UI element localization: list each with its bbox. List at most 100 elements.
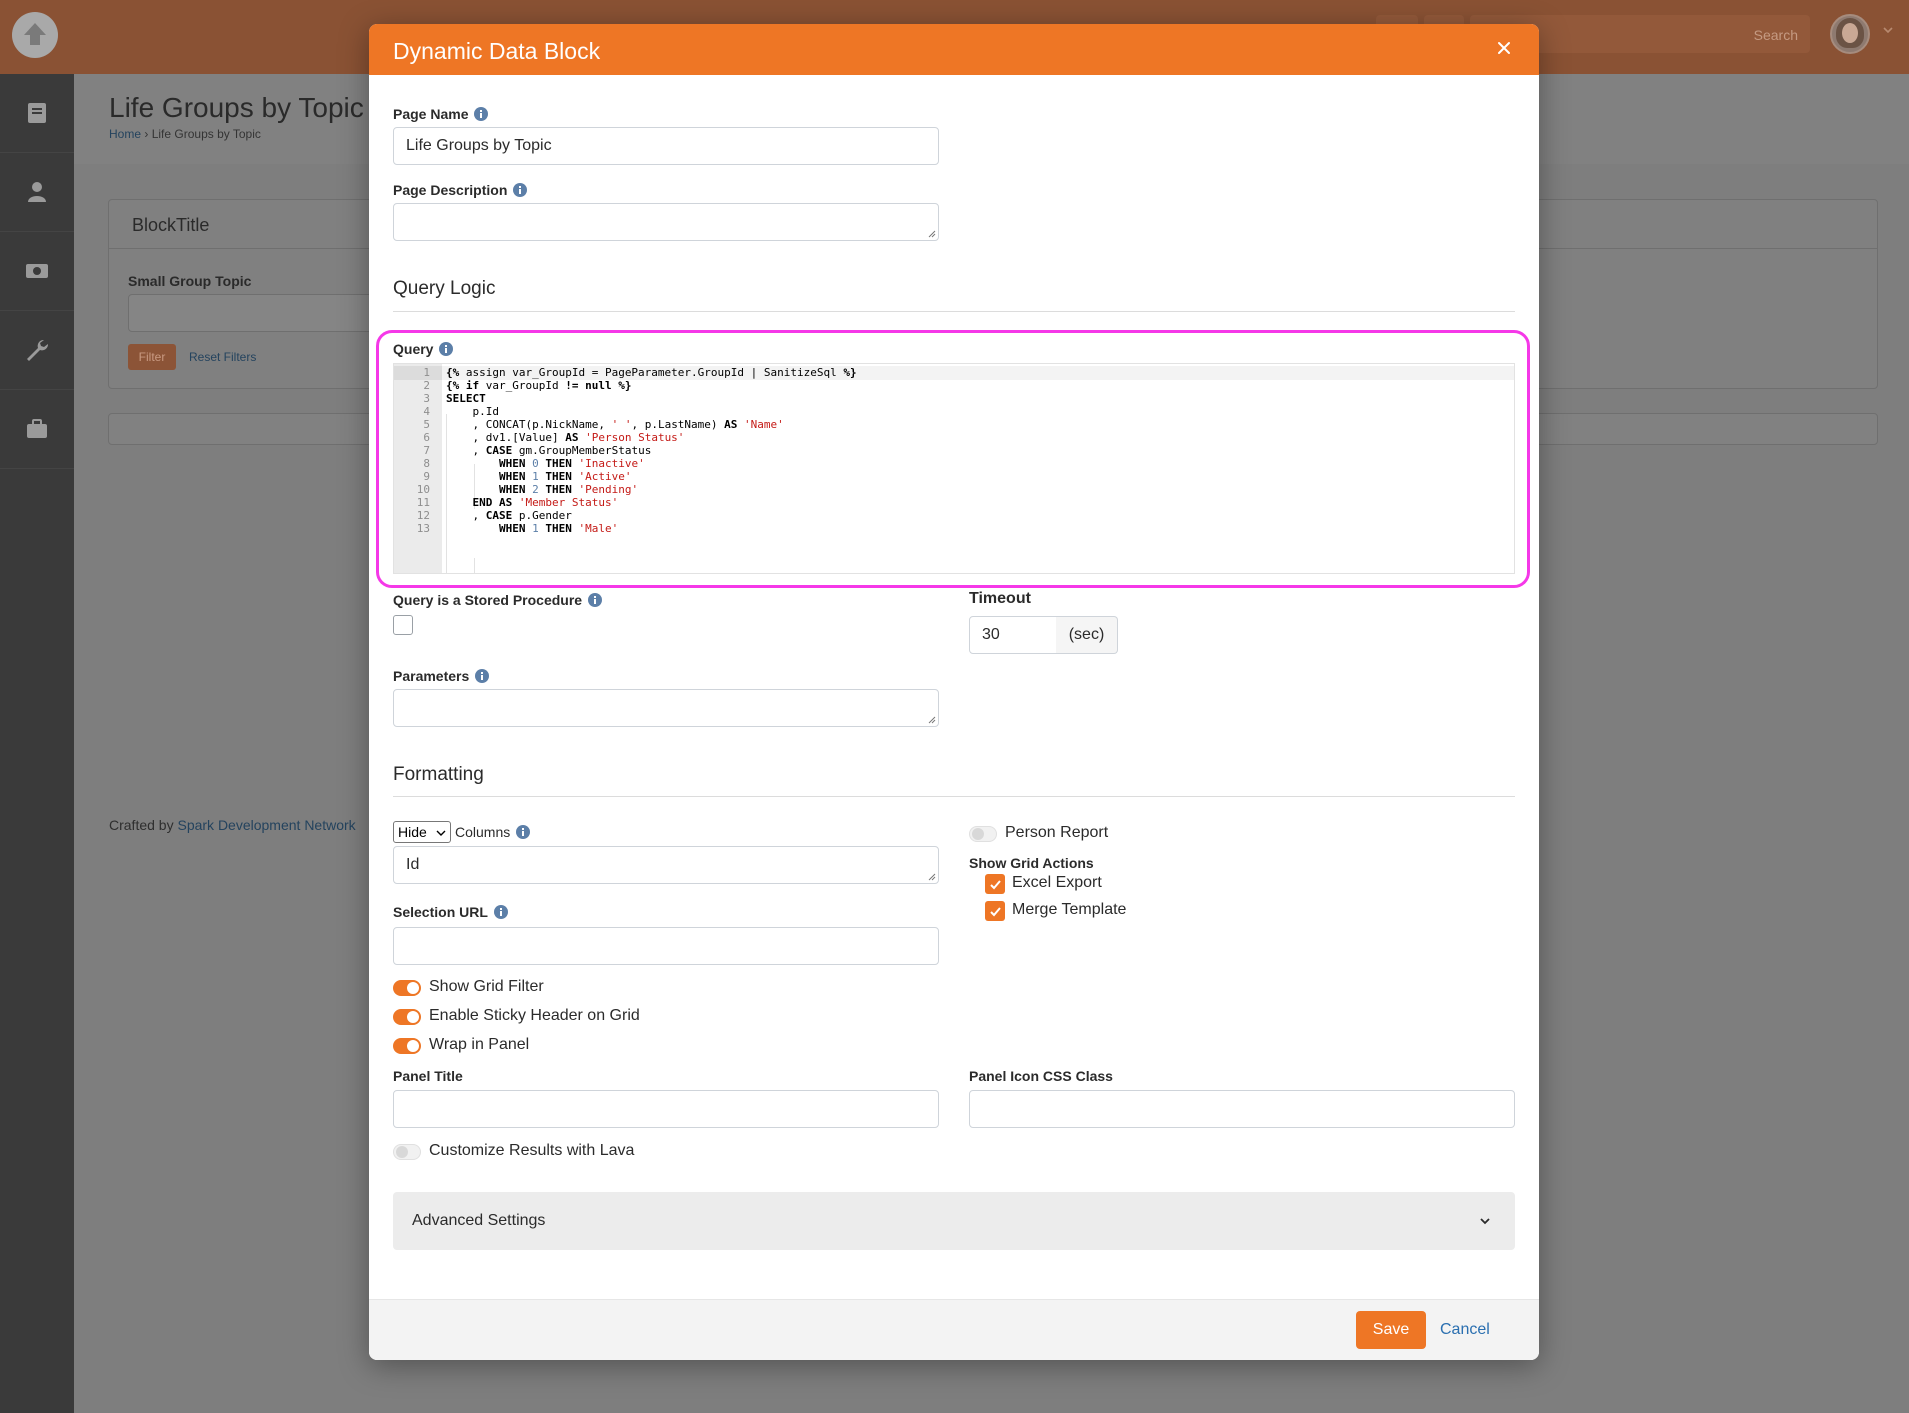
sticky-header-label: Enable Sticky Header on Grid xyxy=(429,1007,640,1024)
query-code-editor[interactable]: 1 {% assign var_GroupId = PageParameter.G… xyxy=(393,363,1515,574)
footer-credit: Crafted by Spark Development Network xyxy=(109,817,356,833)
breadcrumb-separator: › xyxy=(144,127,149,141)
person-report-label: Person Report xyxy=(1005,824,1109,841)
person-report-toggle[interactable] xyxy=(969,826,997,842)
filter-button[interactable]: Filter xyxy=(128,344,176,370)
modal-title: Dynamic Data Block xyxy=(393,38,601,64)
page-name-input[interactable]: Life Groups by Topic xyxy=(393,127,939,165)
advanced-settings-label: Advanced Settings xyxy=(412,1212,546,1229)
sidebar-item-people[interactable] xyxy=(0,153,74,232)
sidebar-item-book[interactable] xyxy=(0,74,74,153)
close-icon[interactable] xyxy=(1491,35,1517,61)
rock-logo-icon[interactable] xyxy=(12,12,58,58)
stored-procedure-checkbox[interactable] xyxy=(393,615,413,635)
section-divider xyxy=(393,796,1515,797)
check-icon xyxy=(989,879,1001,889)
page-name-label-text: Page Name xyxy=(393,106,469,122)
info-icon[interactable] xyxy=(474,107,489,121)
customize-lava-label: Customize Results with Lava xyxy=(429,1142,635,1159)
excel-export-checkbox[interactable] xyxy=(985,874,1005,894)
briefcase-icon xyxy=(27,419,47,438)
wrap-in-panel-label: Wrap in Panel xyxy=(429,1036,530,1053)
selection-url-label-text: Selection URL xyxy=(393,904,488,920)
query-label-text: Query xyxy=(393,341,434,357)
chevron-down-icon xyxy=(1480,1218,1490,1225)
code-line: WHEN 1 THEN 'Male' xyxy=(498,522,619,535)
customize-lava-toggle[interactable] xyxy=(393,1144,421,1160)
selection-url-label: Selection URL xyxy=(393,904,508,920)
parameters-textarea[interactable] xyxy=(393,689,939,727)
timeout-unit-addon: (sec) xyxy=(1056,616,1118,654)
small-group-topic-label: Small Group Topic xyxy=(128,273,252,289)
show-grid-filter-toggle[interactable] xyxy=(393,980,421,996)
page-name-label: Page Name xyxy=(393,106,489,122)
sidebar xyxy=(0,74,74,1413)
panel-icon-css-label: Panel Icon CSS Class xyxy=(969,1068,1113,1084)
merge-template-checkbox[interactable] xyxy=(985,901,1005,921)
columns-textarea[interactable]: Id xyxy=(393,846,939,884)
book-icon xyxy=(28,103,46,123)
hide-columns-select[interactable]: Hide xyxy=(393,821,451,843)
info-icon[interactable] xyxy=(588,593,603,607)
selection-url-input[interactable] xyxy=(393,927,939,965)
check-icon xyxy=(989,906,1001,916)
parameters-label: Parameters xyxy=(393,668,490,684)
spark-link[interactable]: Spark Development Network xyxy=(177,817,355,833)
indent-guide xyxy=(474,558,475,573)
wrench-icon xyxy=(27,339,49,361)
stored-procedure-label-text: Query is a Stored Procedure xyxy=(393,592,583,608)
money-icon xyxy=(26,264,48,278)
formatting-title: Formatting xyxy=(393,764,484,785)
breadcrumb: Home › Life Groups by Topic xyxy=(109,127,261,141)
breadcrumb-current: Life Groups by Topic xyxy=(151,127,261,141)
sidebar-item-admin[interactable] xyxy=(0,390,74,469)
block-title: BlockTitle xyxy=(132,215,210,235)
chevron-down-icon xyxy=(436,830,446,836)
columns-label-text: Columns xyxy=(455,824,511,840)
query-label: Query xyxy=(393,341,454,357)
info-icon[interactable] xyxy=(439,342,454,356)
avatar[interactable] xyxy=(1830,14,1870,54)
person-icon xyxy=(28,182,46,202)
breadcrumb-home[interactable]: Home xyxy=(109,127,141,141)
crafted-by-text: Crafted by xyxy=(109,817,178,833)
sidebar-item-finance[interactable] xyxy=(0,232,74,311)
excel-export-label: Excel Export xyxy=(1012,874,1102,891)
panel-title-label: Panel Title xyxy=(393,1068,463,1084)
resize-grip-icon[interactable] xyxy=(928,873,936,881)
stored-procedure-label: Query is a Stored Procedure xyxy=(393,592,603,608)
wrap-in-panel-toggle[interactable] xyxy=(393,1038,421,1054)
resize-grip-icon[interactable] xyxy=(928,230,936,238)
info-icon[interactable] xyxy=(493,905,508,919)
info-icon[interactable] xyxy=(475,669,490,683)
save-button[interactable]: Save xyxy=(1356,1311,1426,1349)
columns-value: Id xyxy=(406,856,420,873)
reset-filters-link[interactable]: Reset Filters xyxy=(189,350,256,364)
resize-grip-icon[interactable] xyxy=(928,716,936,724)
parameters-label-text: Parameters xyxy=(393,668,470,684)
section-divider xyxy=(393,311,1515,312)
panel-title-input[interactable] xyxy=(393,1090,939,1128)
page-description-textarea[interactable] xyxy=(393,203,939,241)
dynamic-data-block-modal: Dynamic Data Block Page Name Life Groups… xyxy=(369,24,1539,1360)
line-number: 13 xyxy=(416,522,430,535)
info-icon[interactable] xyxy=(513,183,528,197)
merge-template-label: Merge Template xyxy=(1012,901,1127,918)
info-icon[interactable] xyxy=(516,825,531,839)
sticky-header-toggle[interactable] xyxy=(393,1009,421,1025)
timeout-label: Timeout xyxy=(969,590,1031,607)
cancel-button[interactable]: Cancel xyxy=(1440,1311,1490,1349)
panel-icon-css-input[interactable] xyxy=(969,1090,1515,1128)
advanced-settings-panel[interactable]: Advanced Settings xyxy=(393,1192,1515,1250)
timeout-input[interactable]: 30 xyxy=(969,616,1057,654)
hide-select-value: Hide xyxy=(398,824,427,840)
avatar-face xyxy=(1842,23,1858,43)
show-grid-filter-label: Show Grid Filter xyxy=(429,978,544,995)
sidebar-item-tools[interactable] xyxy=(0,311,74,390)
modal-header: Dynamic Data Block xyxy=(369,24,1539,75)
chevron-down-icon[interactable] xyxy=(1882,24,1894,36)
small-group-topic-input[interactable] xyxy=(128,294,378,332)
page-description-label-text: Page Description xyxy=(393,182,508,198)
show-grid-actions-label: Show Grid Actions xyxy=(969,855,1094,871)
page-title: Life Groups by Topic xyxy=(109,92,364,123)
